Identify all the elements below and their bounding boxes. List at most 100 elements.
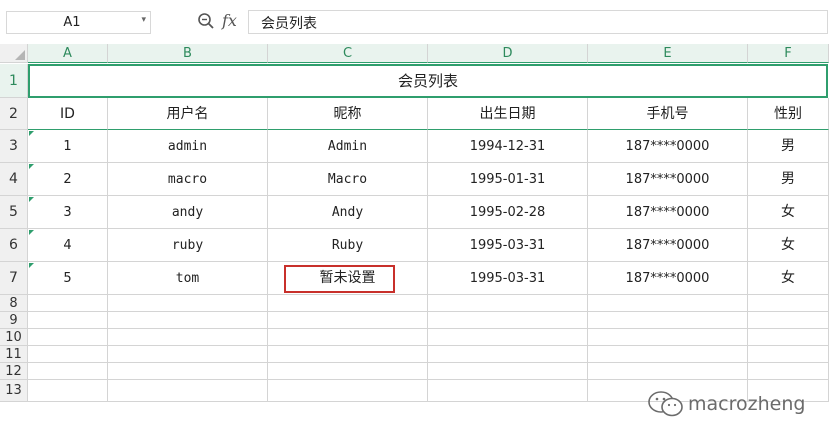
table-cell[interactable]: 187****0000 — [588, 229, 748, 262]
column-header-f[interactable]: F — [748, 44, 829, 63]
column-title-cell[interactable]: 昵称 — [268, 98, 428, 130]
empty-cell[interactable] — [108, 346, 268, 363]
empty-cell[interactable] — [28, 346, 108, 363]
row-header-4[interactable]: 4 — [0, 163, 28, 196]
formula-bar: A1 ▾ fx 会员列表 — [0, 0, 829, 44]
table-cell[interactable]: 187****0000 — [588, 163, 748, 196]
row-header-8[interactable]: 8 — [0, 295, 28, 312]
number-as-text-indicator — [29, 230, 34, 235]
row-header-3[interactable]: 3 — [0, 130, 28, 163]
empty-cell[interactable] — [108, 329, 268, 346]
empty-cell[interactable] — [108, 295, 268, 312]
column-header-b[interactable]: B — [108, 44, 268, 63]
empty-cell[interactable] — [268, 329, 428, 346]
empty-cell[interactable] — [268, 363, 428, 380]
empty-cell[interactable] — [268, 380, 428, 402]
table-cell[interactable]: Admin — [268, 130, 428, 163]
empty-cell[interactable] — [428, 312, 588, 329]
row-header-5[interactable]: 5 — [0, 196, 28, 229]
zoom-icon[interactable] — [197, 12, 215, 30]
row-header-9[interactable]: 9 — [0, 312, 28, 329]
row-header-12[interactable]: 12 — [0, 363, 28, 380]
table-cell[interactable]: Ruby — [268, 229, 428, 262]
table-cell[interactable]: 5 — [28, 262, 108, 295]
empty-cell[interactable] — [748, 329, 829, 346]
table-cell[interactable]: admin — [108, 130, 268, 163]
column-title-cell[interactable]: 用户名 — [108, 98, 268, 130]
table-cell[interactable]: 1995-03-31 — [428, 229, 588, 262]
table-cell[interactable]: 3 — [28, 196, 108, 229]
empty-cell[interactable] — [268, 312, 428, 329]
column-header-e[interactable]: E — [588, 44, 748, 63]
empty-cell[interactable] — [588, 363, 748, 380]
column-header-d[interactable]: D — [428, 44, 588, 63]
row-header-2[interactable]: 2 — [0, 98, 28, 130]
empty-cell[interactable] — [748, 363, 829, 380]
table-cell[interactable]: 187****0000 — [588, 262, 748, 295]
table-cell[interactable]: 187****0000 — [588, 130, 748, 163]
empty-cell[interactable] — [428, 363, 588, 380]
empty-cell[interactable] — [428, 346, 588, 363]
empty-cell[interactable] — [28, 363, 108, 380]
table-cell[interactable]: 男 — [748, 130, 829, 163]
row-header-6[interactable]: 6 — [0, 229, 28, 262]
table-cell[interactable]: Macro — [268, 163, 428, 196]
empty-cell[interactable] — [28, 329, 108, 346]
row-header-7[interactable]: 7 — [0, 262, 28, 295]
empty-cell[interactable] — [748, 346, 829, 363]
empty-cell[interactable] — [28, 312, 108, 329]
column-title-cell[interactable]: 性别 — [748, 98, 829, 130]
chevron-down-icon[interactable]: ▾ — [141, 15, 146, 25]
empty-cell[interactable] — [588, 312, 748, 329]
table-cell[interactable]: 女 — [748, 229, 829, 262]
row-header-13[interactable]: 13 — [0, 380, 28, 402]
formula-input[interactable]: 会员列表 — [248, 10, 828, 34]
table-cell[interactable]: Andy — [268, 196, 428, 229]
row-header-1[interactable]: 1 — [0, 64, 28, 98]
empty-cell[interactable] — [588, 346, 748, 363]
empty-cell[interactable] — [748, 295, 829, 312]
empty-cell[interactable] — [268, 346, 428, 363]
empty-cell[interactable] — [28, 295, 108, 312]
table-cell[interactable]: andy — [108, 196, 268, 229]
table-cell[interactable]: 女 — [748, 196, 829, 229]
table-cell[interactable]: tom — [108, 262, 268, 295]
row-header-10[interactable]: 10 — [0, 329, 28, 346]
select-all-corner[interactable] — [0, 44, 28, 63]
table-cell[interactable]: 1995-03-31 — [428, 262, 588, 295]
table-cell[interactable]: 4 — [28, 229, 108, 262]
table-cell[interactable]: 女 — [748, 262, 829, 295]
table-cell[interactable]: 1995-01-31 — [428, 163, 588, 196]
row-header-11[interactable]: 11 — [0, 346, 28, 363]
column-title-cell[interactable]: 出生日期 — [428, 98, 588, 130]
column-header-c[interactable]: C — [268, 44, 428, 63]
table-cell[interactable]: ruby — [108, 229, 268, 262]
empty-cell[interactable] — [428, 329, 588, 346]
empty-cell[interactable] — [588, 329, 748, 346]
empty-cell[interactable] — [108, 380, 268, 402]
spreadsheet-grid[interactable]: A B C D E F 1 2 3 4 5 6 7 8 9 10 11 12 13 ID 用户名 昵称 出生日期 手机号 性别 1… — [0, 44, 829, 417]
empty-cell[interactable] — [748, 312, 829, 329]
empty-cell[interactable] — [428, 295, 588, 312]
column-header-a[interactable]: A — [28, 44, 108, 63]
empty-cell[interactable] — [428, 380, 588, 402]
empty-cell[interactable] — [268, 295, 428, 312]
table-cell[interactable]: 1994-12-31 — [428, 130, 588, 163]
number-as-text-indicator — [29, 197, 34, 202]
table-cell[interactable]: macro — [108, 163, 268, 196]
table-cell[interactable]: 2 — [28, 163, 108, 196]
table-cell[interactable]: 1 — [28, 130, 108, 163]
title-cell[interactable]: 会员列表 — [28, 64, 828, 98]
empty-cell[interactable] — [108, 312, 268, 329]
column-title-cell[interactable]: 手机号 — [588, 98, 748, 130]
table-cell[interactable]: 187****0000 — [588, 196, 748, 229]
column-title-cell[interactable]: ID — [28, 98, 108, 130]
fx-icon[interactable]: fx — [222, 11, 237, 30]
name-box[interactable]: A1 ▾ — [6, 11, 151, 34]
empty-cell[interactable] — [28, 380, 108, 402]
empty-cell[interactable] — [108, 363, 268, 380]
name-box-value: A1 — [63, 15, 81, 30]
table-cell[interactable]: 男 — [748, 163, 829, 196]
empty-cell[interactable] — [588, 295, 748, 312]
table-cell[interactable]: 1995-02-28 — [428, 196, 588, 229]
